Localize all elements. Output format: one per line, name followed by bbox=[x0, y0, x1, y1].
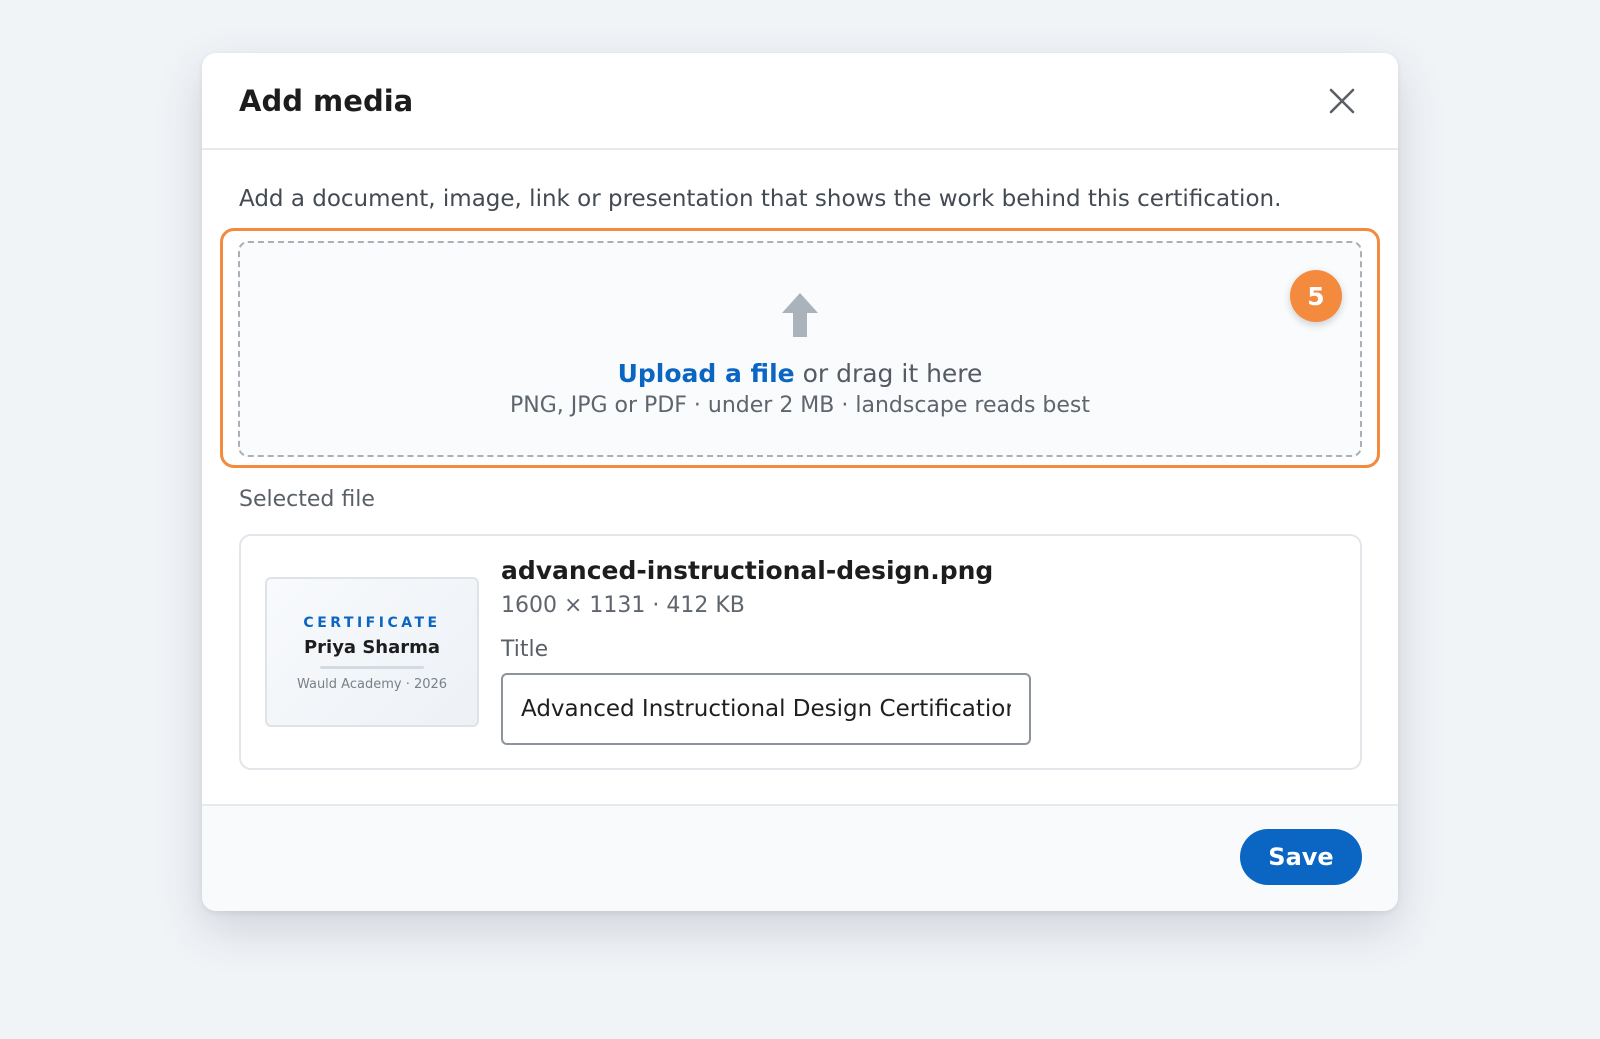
file-thumbnail: CERTIFICATE Priya Sharma Wauld Academy ·… bbox=[265, 577, 479, 727]
title-input[interactable] bbox=[501, 673, 1031, 745]
dialog-body: Add a document, image, link or presentat… bbox=[202, 182, 1398, 216]
save-button[interactable]: Save bbox=[1240, 829, 1362, 885]
add-media-dialog: Add media Add a document, image, link or… bbox=[202, 53, 1398, 911]
thumbnail-recipient: Priya Sharma bbox=[303, 637, 441, 658]
selected-file-label: Selected file bbox=[239, 487, 375, 512]
dialog-header: Add media bbox=[202, 53, 1398, 150]
close-icon bbox=[1329, 88, 1355, 113]
upload-dropzone[interactable]: Upload a file or drag it here PNG, JPG o… bbox=[238, 241, 1362, 457]
step-badge: 5 bbox=[1290, 270, 1342, 322]
thumbnail-footer: Wauld Academy · 2026 bbox=[296, 677, 448, 692]
close-button[interactable] bbox=[1322, 81, 1362, 121]
file-name: advanced-instructional-design.png bbox=[501, 556, 994, 585]
upload-file-link[interactable]: Upload a file bbox=[618, 359, 795, 388]
dialog-footer: Save bbox=[202, 804, 1398, 911]
dialog-description: Add a document, image, link or presentat… bbox=[239, 186, 1282, 212]
dialog-title: Add media bbox=[239, 83, 414, 118]
file-meta: 1600 × 1131 · 412 KB bbox=[501, 593, 745, 618]
dropzone-instruction: Upload a file or drag it here bbox=[240, 359, 1360, 388]
drag-text: or drag it here bbox=[794, 359, 983, 388]
title-field-label: Title bbox=[501, 637, 549, 662]
upload-arrow-icon bbox=[782, 293, 818, 337]
thumbnail-kicker: CERTIFICATE bbox=[303, 615, 441, 631]
thumbnail-divider bbox=[320, 666, 424, 669]
dropzone-hint: PNG, JPG or PDF · under 2 MB · landscape… bbox=[510, 393, 1090, 418]
selected-file-card: CERTIFICATE Priya Sharma Wauld Academy ·… bbox=[239, 534, 1362, 770]
